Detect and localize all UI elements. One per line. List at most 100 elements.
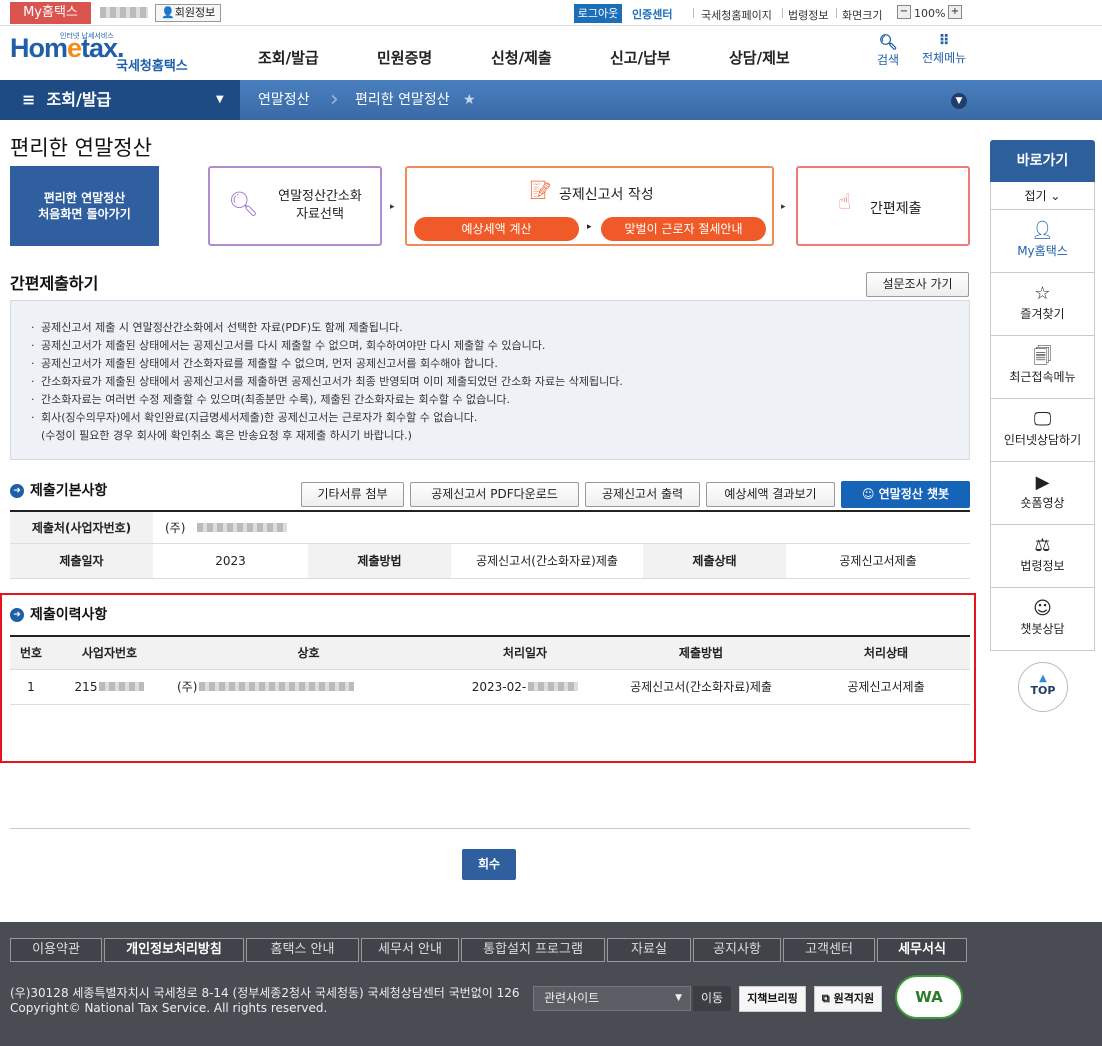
date-value: 2023 xyxy=(153,543,308,579)
quick-shorts[interactable]: ▶ 숏폼영상 xyxy=(990,462,1095,525)
date-label: 제출일자 xyxy=(10,543,153,579)
method-value: 공제신고서(간소화자료)제출 xyxy=(451,543,643,579)
footer-notice[interactable]: 공지사항 xyxy=(693,938,781,962)
step-simple-submit[interactable]: ☝︎ 간편제출 xyxy=(796,166,970,246)
home-return-button[interactable]: 편리한 연말정산 처음화면 돌아가기 xyxy=(10,166,159,246)
footer-customer[interactable]: 고객센터 xyxy=(783,938,875,962)
expected-tax-button[interactable]: 예상세액 계산 xyxy=(414,217,579,241)
print-button[interactable]: 공제신고서 출력 xyxy=(585,482,700,507)
row-name: (주) xyxy=(167,669,450,705)
history-table: 번호 사업자번호 상호 처리일자 제출방법 처리상태 1 215 (주) 202… xyxy=(10,637,970,705)
notice-item: (수정이 필요한 경우 회사에 확인취소 혹은 반송요청 후 재제출 하시기 바… xyxy=(41,429,412,442)
arrow-circle-icon: ➜ xyxy=(10,484,24,498)
row-method: 공제신고서(간소화자료)제출 xyxy=(600,669,802,705)
footer-office-guide[interactable]: 세무서 안내 xyxy=(361,938,459,962)
gnb-certificate[interactable]: 민원증명 xyxy=(377,47,432,68)
notice-item: · 공제신고서 제출 시 연말정산간소화에서 선택한 자료(PDF)도 함께 제출… xyxy=(31,321,403,334)
col-bizno: 사업자번호 xyxy=(52,637,167,670)
member-info-button[interactable]: 👤회원정보 xyxy=(155,4,222,22)
related-site-select[interactable]: 관련사이트 ▼ xyxy=(533,986,691,1011)
gnb-consult[interactable]: 상담/제보 xyxy=(729,47,790,68)
caret-down-icon: ▼ xyxy=(216,94,224,105)
gnb-application[interactable]: 신청/제출 xyxy=(491,47,552,68)
row-bizno: 215 xyxy=(52,669,167,705)
yearend-chatbot-button[interactable]: ☺ 연말정산 챗봇 xyxy=(841,481,970,508)
search-icon: 🔍︎ xyxy=(878,33,898,51)
quick-online-consult[interactable]: 🖵 인터넷상담하기 xyxy=(990,399,1095,462)
quick-favorites[interactable]: ☆ 즐겨찾기 xyxy=(990,273,1095,336)
expected-result-button[interactable]: 예상세액 결과보기 xyxy=(706,482,835,507)
scroll-top-button[interactable]: ▲ TOP xyxy=(1018,662,1068,712)
logout-button[interactable]: 로그아웃 xyxy=(574,4,622,23)
myhome-tab[interactable]: My홈택스 xyxy=(10,2,91,24)
cert-center-link[interactable]: 인증센터 xyxy=(632,6,672,22)
basic-info-table: 제출처(사업자번호) (주) 제출일자 2023 제출방법 공제신고서(간소화자… xyxy=(10,512,970,579)
notice-box: · 공제신고서 제출 시 연말정산간소화에서 선택한 자료(PDF)도 함께 제출… xyxy=(10,300,970,460)
quick-menu-head: 바로가기 xyxy=(990,140,1095,182)
breadcrumb-yearend[interactable]: 연말정산 xyxy=(258,80,310,120)
recent-search-icon: 🗐 xyxy=(1033,346,1052,367)
remote-icon: ⧉ xyxy=(821,992,830,1005)
arrow-right-icon: ▸ xyxy=(390,202,395,212)
dual-income-button[interactable]: 맞벌이 근로자 절세안내 xyxy=(601,217,766,241)
history-title: ➜ 제출이력사항 xyxy=(10,604,107,624)
withdraw-button[interactable]: 회수 xyxy=(462,849,516,880)
status-value: 공제신고서제출 xyxy=(786,543,970,579)
status-label: 제출상태 xyxy=(643,543,786,579)
footer-privacy[interactable]: 개인정보처리방침 xyxy=(104,938,244,962)
monitor-icon: 🖵 xyxy=(1033,409,1052,430)
footer-tax-forms[interactable]: 세무서식 xyxy=(877,938,967,962)
col-method: 제출방법 xyxy=(600,637,802,670)
divider xyxy=(10,828,970,829)
play-icon: ▶ xyxy=(1035,472,1050,493)
all-menu-button[interactable]: ⠿ 전체메뉴 xyxy=(922,33,966,66)
search-icon: 🔍︎ xyxy=(228,190,259,218)
divider xyxy=(836,8,837,18)
survey-button[interactable]: 설문조사 가기 xyxy=(866,272,969,297)
col-name: 상호 xyxy=(167,637,450,670)
submit-to-label: 제출처(사업자번호) xyxy=(10,512,153,544)
policy-briefing-button[interactable]: 지책브리핑 xyxy=(739,986,806,1012)
divider xyxy=(782,8,783,18)
caret-down-icon: ▼ xyxy=(675,993,682,1003)
depth1-menu[interactable]: ≡ 조회/발급 ▼ xyxy=(0,80,240,120)
row-status: 공제신고서제출 xyxy=(802,669,970,705)
attach-docs-button[interactable]: 기타서류 첨부 xyxy=(301,482,404,507)
grid-icon: ⠿ xyxy=(938,33,950,49)
zoom-in-button[interactable]: + xyxy=(948,5,962,19)
screen-size-label: 화면크기 xyxy=(842,9,883,22)
gnb-inquiry[interactable]: 조회/발급 xyxy=(258,47,319,68)
remote-support-button[interactable]: ⧉ 원격지원 xyxy=(814,986,882,1012)
go-button[interactable]: 이동 xyxy=(693,986,731,1011)
nts-homepage-link[interactable]: 국세청홈페이지 xyxy=(701,7,772,23)
search-button[interactable]: 🔍︎ 검색 xyxy=(877,33,899,68)
hand-pointer-icon: ☝︎ xyxy=(838,190,852,215)
footer-terms[interactable]: 이용약관 xyxy=(10,938,102,962)
step-data-select[interactable]: 🔍︎ 연말정산간소화 자료선택 xyxy=(208,166,382,246)
notice-item: · 간소화자료가 제출된 상태에서 공제신고서를 제출하면 공제신고서가 최종 반… xyxy=(31,375,623,388)
quick-recent[interactable]: 🗐 최근접속메뉴 xyxy=(990,336,1095,399)
notice-item: · 공제신고서가 제출된 상태에서는 공제신고서를 다시 제출할 수 없으며, 회… xyxy=(31,339,546,352)
star-icon[interactable]: ★ xyxy=(463,80,476,120)
quick-chatbot[interactable]: ☺ 챗봇상담 xyxy=(990,588,1095,651)
notice-item: · 공제신고서가 제출된 상태에서 간소화자료를 제출할 수 없으며, 먼저 공제… xyxy=(31,357,498,370)
hometax-logo[interactable]: 인터넷 납세서비스 Hometax. 국세청홈택스 xyxy=(10,32,188,74)
breadcrumb-convenient[interactable]: 편리한 연말정산 xyxy=(355,80,450,120)
quick-fold-button[interactable]: 접기 ⌄ xyxy=(990,182,1095,210)
quick-law[interactable]: ⚖ 법령정보 xyxy=(990,525,1095,588)
arrow-circle-icon: ➜ xyxy=(10,608,24,622)
gnb-report-pay[interactable]: 신고/납부 xyxy=(610,47,671,68)
user-name-masked xyxy=(100,7,148,18)
pdf-download-button[interactable]: 공제신고서 PDF다운로드 xyxy=(410,482,579,507)
chevron-down-icon[interactable]: ▼ xyxy=(951,93,967,109)
zoom-out-button[interactable]: − xyxy=(897,5,911,19)
quick-myhometax[interactable]: 👤︎ My홈택스 xyxy=(990,210,1095,273)
footer-library[interactable]: 자료실 xyxy=(607,938,691,962)
person-icon: 👤 xyxy=(161,6,175,19)
table-row[interactable]: 1 215 (주) 2023-02- 공제신고서(간소화자료)제출 공제신고서제… xyxy=(10,669,970,705)
law-info-link[interactable]: 법령정보 xyxy=(788,7,828,23)
col-status: 처리상태 xyxy=(802,637,970,670)
footer-hometax-guide[interactable]: 홈택스 안내 xyxy=(246,938,359,962)
method-label: 제출방법 xyxy=(308,543,451,579)
footer-install[interactable]: 통합설치 프로그램 xyxy=(461,938,605,962)
